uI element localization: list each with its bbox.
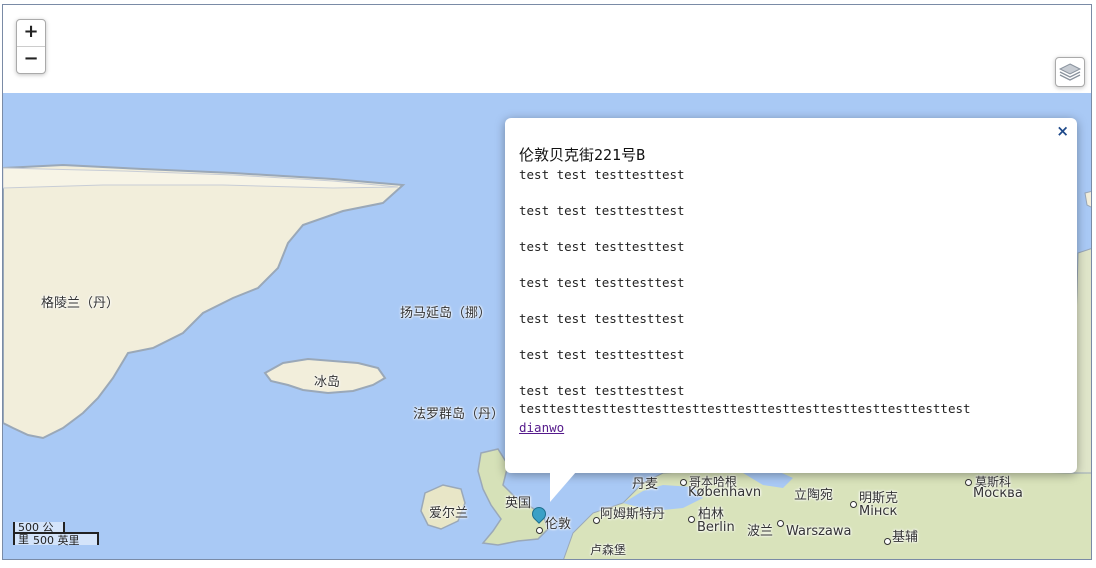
label-kyiv: 基辅: [892, 530, 919, 545]
label-faroe: 法罗群岛（丹）: [413, 407, 505, 422]
popup-line: test test testtesttest: [519, 203, 685, 218]
label-denmark: 丹麦: [632, 477, 659, 492]
label-copenhagen: København: [688, 485, 762, 500]
popup-link[interactable]: dianwo: [519, 420, 564, 435]
city-dot-warsaw: [777, 520, 784, 527]
label-moscow: Москва: [973, 486, 1023, 501]
info-popup: × 伦敦贝克街221号B test test testtesttest test…: [505, 118, 1077, 473]
label-ireland: 爱尔兰: [429, 506, 469, 521]
popup-line: test test testtesttest: [519, 383, 685, 398]
label-jan-mayen: 扬马延岛（挪）: [400, 306, 492, 321]
layers-button[interactable]: [1055, 57, 1085, 87]
city-dot-copenhagen: [680, 479, 687, 486]
city-dot-moscow: [965, 479, 972, 486]
label-lithuania: 立陶宛: [794, 488, 834, 503]
label-london: 伦敦: [545, 517, 572, 532]
zoom-out-button[interactable]: −: [17, 46, 45, 73]
label-minsk: Мінск: [859, 504, 898, 519]
zoom-in-button[interactable]: +: [17, 20, 45, 46]
popup-tail: [550, 472, 576, 502]
city-dot-kyiv: [884, 538, 891, 545]
label-iceland: 冰岛: [314, 375, 341, 390]
city-dot-berlin: [688, 516, 695, 523]
label-luxembourg: 卢森堡: [590, 543, 627, 557]
popup-title: 伦敦贝克街221号B: [519, 146, 646, 164]
scale-bar: 500 公里 500 英里: [13, 522, 99, 547]
label-berlin: Berlin: [697, 520, 735, 535]
city-dot-amsterdam: [593, 517, 600, 524]
city-dot-london: [536, 527, 543, 534]
layers-icon: [1058, 63, 1082, 81]
city-dot-minsk: [850, 501, 857, 508]
label-uk: 英国: [505, 496, 532, 511]
popup-line: test test testtesttest: [519, 347, 685, 362]
popup-content: 伦敦贝克街221号B test test testtesttest test t…: [519, 144, 1063, 437]
label-poland: 波兰: [747, 524, 774, 539]
label-warsaw: Warszawa: [786, 524, 852, 539]
popup-long-line: testtesttesttesttesttesttesttesttesttest…: [519, 401, 971, 416]
label-greenland: 格陵兰（丹）: [41, 296, 120, 311]
popup-line: test test testtesttest: [519, 167, 685, 182]
label-amsterdam: 阿姆斯特丹: [600, 507, 666, 522]
popup-line: test test testtesttest: [519, 239, 685, 254]
zoom-control: + −: [16, 19, 46, 74]
popup-line: test test testtesttest: [519, 311, 685, 326]
popup-close-button[interactable]: ×: [1056, 122, 1069, 140]
map-container[interactable]: + − 格陵兰（丹） 扬马延岛（挪） 冰岛 法罗群岛（丹） 爱尔兰 英国 伦敦 …: [2, 4, 1092, 560]
popup-line: test test testtesttest: [519, 275, 685, 290]
